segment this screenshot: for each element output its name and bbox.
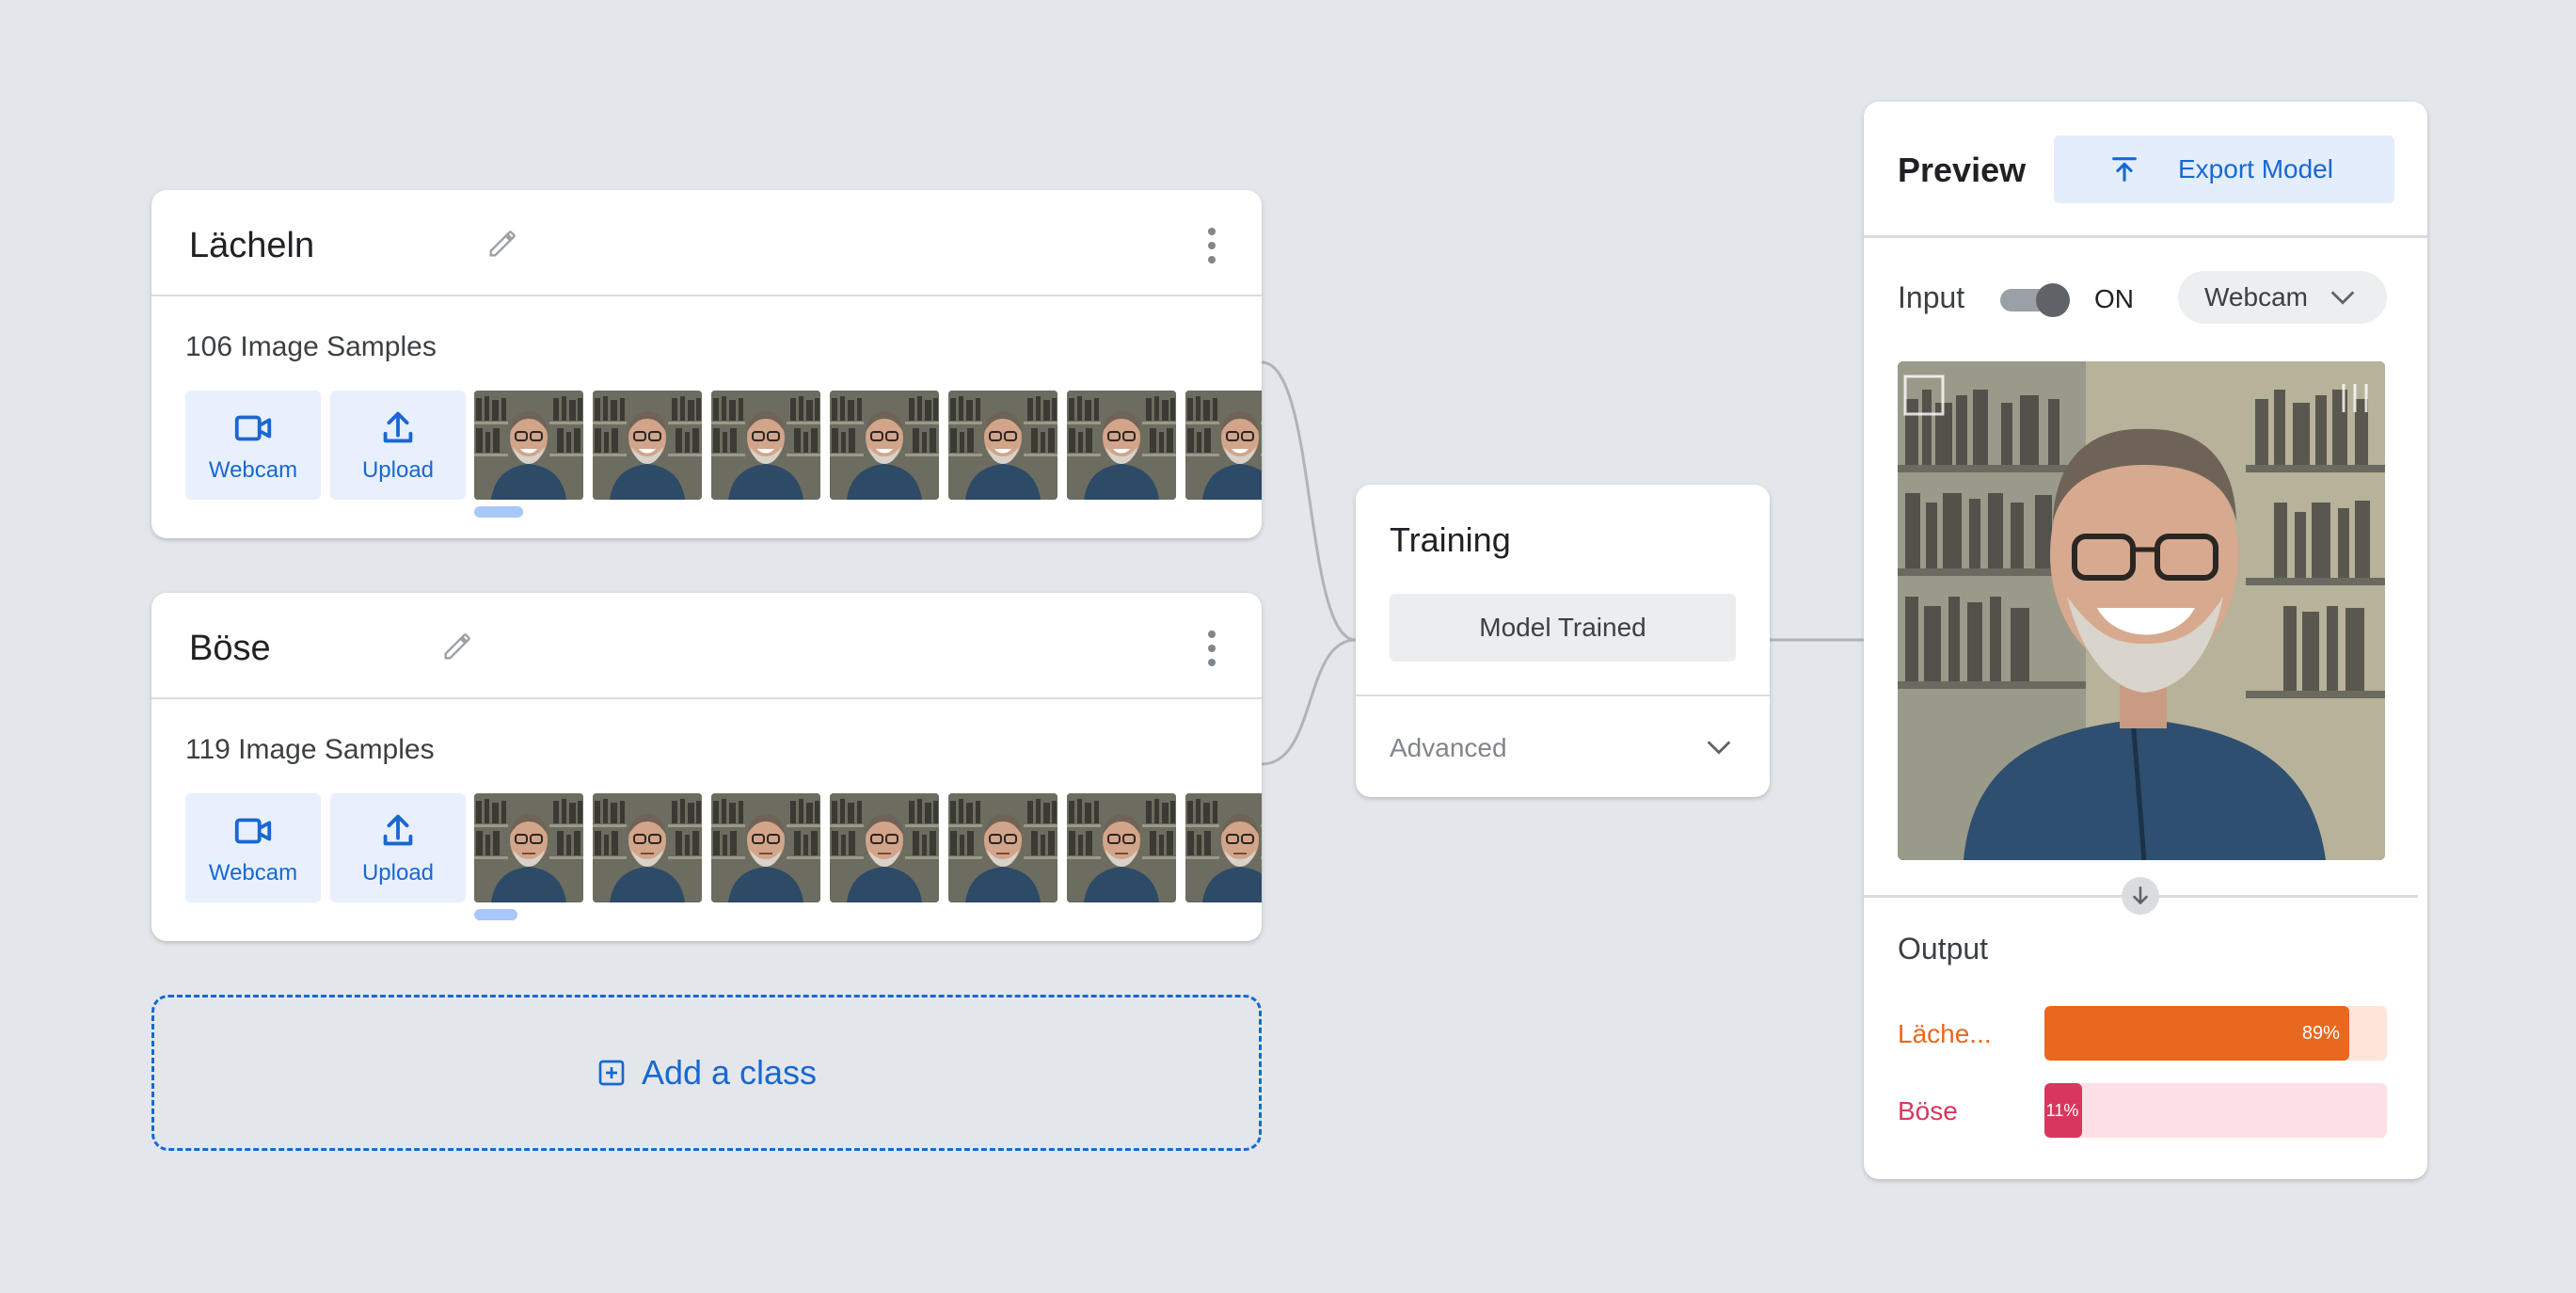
upload-label: Upload [361,457,435,483]
class-card-header: Lächeln [151,190,1262,296]
sample-thumbnail[interactable] [1185,793,1262,902]
webcam-button[interactable]: Webcam [185,793,321,902]
confidence-bar-track: 11% [2044,1083,2387,1138]
arrow-down-icon [2122,877,2159,915]
class-name[interactable]: Lächeln [189,226,314,266]
more-vert-icon[interactable] [1205,631,1218,666]
divider [1356,694,1770,696]
thumbnail-scroll-indicator[interactable] [474,909,517,920]
output-label: Output [1898,932,1989,966]
sample-thumbnail[interactable] [948,391,1057,500]
more-vert-icon[interactable] [1205,228,1218,263]
train-model-button[interactable]: Model Trained [1390,594,1736,662]
sample-thumbnail[interactable] [1185,391,1262,500]
sample-thumbnails[interactable] [474,391,1262,500]
chevron-down-icon[interactable] [1700,731,1738,763]
videocam-icon [234,415,272,441]
upload-icon [383,814,413,846]
input-toggle[interactable] [2000,283,2070,317]
sample-thumbnail[interactable] [711,793,820,902]
training-title: Training [1390,520,1511,559]
output-class-name: Läche... [1898,1019,1992,1048]
connector-class2-training [1261,638,1357,766]
sample-count: 106 Image Samples [185,331,437,362]
webcam-label: Webcam [208,457,298,483]
input-source-value: Webcam [2204,282,2308,311]
connector-class1-training [1261,360,1357,642]
upload-button[interactable]: Upload [330,391,466,500]
sample-thumbnail[interactable] [1067,391,1176,500]
webcam-frame-image [1898,361,2385,860]
upload-button[interactable]: Upload [330,793,466,902]
confidence-bar-fill: 11% [2044,1083,2083,1138]
sample-thumbnail[interactable] [830,391,939,500]
class-card-header: Böse [151,593,1262,699]
chevron-down-icon [2330,291,2355,305]
sample-thumbnail[interactable] [474,793,583,902]
sample-thumbnail[interactable] [593,391,702,500]
input-label: Input [1898,280,1965,314]
sample-thumbnail[interactable] [1067,793,1176,902]
sample-thumbnail[interactable] [593,793,702,902]
preview-title: Preview [1898,151,2027,189]
webcam-label: Webcam [208,860,298,886]
sample-thumbnails[interactable] [474,793,1262,902]
pencil-icon[interactable] [439,627,477,664]
class-card-boese: Böse 119 Image Samples Webcam Upload [151,593,1262,941]
output-row: Böse 11% [1898,1083,2387,1138]
confidence-bar-fill: 89% [2044,1006,2349,1061]
confidence-bar-track: 89% [2044,1006,2387,1061]
class-name[interactable]: Böse [189,629,271,669]
sample-thumbnail[interactable] [948,793,1057,902]
sample-count: 119 Image Samples [185,734,435,765]
sample-thumbnail[interactable] [830,793,939,902]
videocam-icon [234,818,272,844]
advanced-toggle[interactable]: Advanced [1390,733,1507,763]
sample-thumbnail[interactable] [474,391,583,500]
toggle-state-label: ON [2094,284,2134,313]
add-class-label: Add a class [641,1053,818,1092]
sample-thumbnail[interactable] [711,391,820,500]
thumbnail-scroll-indicator[interactable] [474,506,523,518]
add-box-icon [598,1060,625,1086]
output-row: Läche... 89% [1898,1006,2387,1061]
export-model-label: Export Model [2178,154,2333,184]
export-model-button[interactable]: Export Model [2054,136,2394,203]
training-card: Training Model Trained Advanced [1356,485,1770,797]
add-class-button[interactable]: Add a class [151,995,1262,1151]
upload-icon [383,411,413,443]
class-card-laecheln: Lächeln 106 Image Samples Webcam Upload [151,190,1262,538]
preview-panel: Preview Export Model Input ON Webcam Out… [1864,102,2427,1179]
divider [1864,235,2427,238]
webcam-preview [1898,361,2385,860]
export-icon [2112,157,2137,182]
pencil-icon[interactable] [485,224,522,262]
output-class-name: Böse [1898,1096,1958,1125]
upload-label: Upload [361,860,435,886]
webcam-button[interactable]: Webcam [185,391,321,500]
input-source-select[interactable]: Webcam [2178,271,2387,324]
